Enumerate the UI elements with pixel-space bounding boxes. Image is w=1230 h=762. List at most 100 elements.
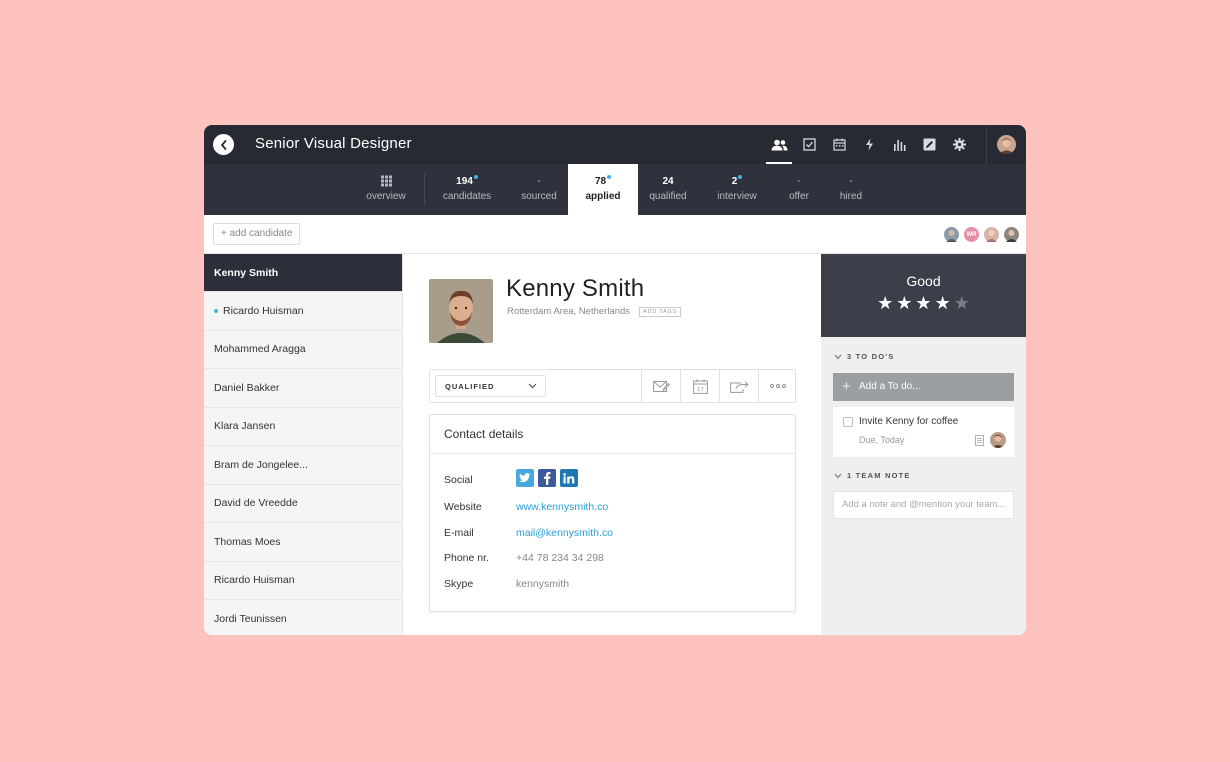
star-icon[interactable]: ★ bbox=[896, 294, 912, 312]
new-indicator bbox=[214, 308, 218, 313]
list-item[interactable]: Jordi Teunissen bbox=[204, 600, 402, 635]
stage-sourced[interactable]: - sourced bbox=[509, 164, 569, 215]
star-icon[interactable]: ★ bbox=[915, 294, 931, 312]
candidate-name: Jordi Teunissen bbox=[214, 612, 287, 625]
skype-label: Skype bbox=[444, 578, 474, 590]
svg-text:17: 17 bbox=[697, 387, 704, 393]
stage-count: 78 bbox=[594, 176, 607, 187]
todo-checkbox[interactable] bbox=[843, 417, 853, 427]
top-nav bbox=[764, 125, 974, 164]
team-avatar[interactable] bbox=[943, 226, 960, 243]
chevron-down-icon bbox=[834, 354, 842, 359]
more-options-button[interactable] bbox=[758, 370, 797, 402]
stage-qualified[interactable]: 24 qualified bbox=[638, 164, 698, 215]
edit-icon[interactable] bbox=[914, 125, 944, 164]
chevron-down-icon bbox=[528, 383, 537, 389]
move-button[interactable] bbox=[719, 370, 758, 402]
stage-hired[interactable]: - hired bbox=[830, 164, 872, 215]
candidate-name-heading: Kenny Smith bbox=[506, 275, 645, 302]
star-icon[interactable]: ★ bbox=[954, 294, 970, 312]
todo-text: Invite Kenny for coffee bbox=[859, 416, 959, 427]
mail-edit-icon bbox=[652, 380, 670, 392]
add-tags-button[interactable]: ADD TAGS bbox=[639, 307, 682, 317]
back-button[interactable] bbox=[213, 134, 234, 155]
list-item[interactable]: Ricardo Huisman bbox=[204, 292, 402, 331]
list-item[interactable]: Thomas Moes bbox=[204, 523, 402, 562]
list-item[interactable]: Mohammed Aragga bbox=[204, 331, 402, 369]
candidate-name: Thomas Moes bbox=[214, 535, 281, 548]
social-label: Social bbox=[444, 474, 473, 486]
add-candidate-button[interactable]: + add candidate bbox=[213, 223, 301, 245]
people-icon[interactable] bbox=[764, 125, 794, 164]
notes-heading: 1 TEAM NOTE bbox=[847, 471, 911, 480]
team-avatars: WR bbox=[943, 226, 1023, 243]
stage-offer[interactable]: - offer bbox=[778, 164, 820, 215]
rating-box: Good ★ ★ ★ ★ ★ bbox=[821, 254, 1026, 337]
lightning-icon[interactable] bbox=[854, 125, 884, 164]
chevron-left-icon bbox=[220, 139, 226, 150]
team-note-input[interactable]: Add a note and @mention your team... bbox=[833, 491, 1014, 519]
candidate-name: Ricardo Huisman bbox=[214, 574, 295, 587]
candidate-profile: Kenny Smith Rotterdam Area, Netherlands … bbox=[403, 254, 821, 635]
email-link[interactable]: mail@kennysmith.co bbox=[516, 527, 613, 539]
stage-candidates[interactable]: 194 candidates bbox=[436, 164, 498, 215]
plus-icon: + bbox=[842, 378, 851, 395]
calendar-icon[interactable] bbox=[824, 125, 854, 164]
twitter-icon[interactable] bbox=[516, 469, 534, 487]
checkbox-icon[interactable] bbox=[794, 125, 824, 164]
bar-chart-icon[interactable] bbox=[884, 125, 914, 164]
facebook-icon[interactable] bbox=[538, 469, 556, 487]
stage-label: qualified bbox=[649, 191, 687, 202]
top-bar: Senior Visual Designer bbox=[204, 125, 1026, 164]
notes-toggle[interactable]: 1 TEAM NOTE bbox=[834, 471, 911, 480]
star-rating: ★ ★ ★ ★ ★ bbox=[821, 294, 1026, 312]
status-value: QUALIFIED bbox=[445, 382, 495, 391]
divider bbox=[424, 173, 425, 205]
star-icon[interactable]: ★ bbox=[935, 294, 951, 312]
stage-count: - bbox=[849, 176, 853, 187]
list-item[interactable]: Kenny Smith bbox=[204, 254, 402, 292]
todo-due: Due, Today bbox=[859, 435, 905, 445]
note-icon[interactable] bbox=[975, 435, 984, 446]
website-link[interactable]: www.kennysmith.co bbox=[516, 501, 608, 513]
stage-overview[interactable]: overview bbox=[356, 164, 416, 215]
stage-applied[interactable]: 78 applied bbox=[568, 164, 638, 215]
list-item[interactable]: Bram de Jongelee... bbox=[204, 446, 402, 485]
assignee-avatar[interactable] bbox=[990, 432, 1006, 448]
website-label: Website bbox=[444, 501, 482, 513]
candidate-name: Ricardo Huisman bbox=[223, 304, 304, 317]
team-avatar[interactable] bbox=[983, 226, 1000, 243]
candidate-photo bbox=[429, 279, 493, 343]
stage-interview[interactable]: 2 interview bbox=[707, 164, 767, 215]
list-item[interactable]: David de Vreedde bbox=[204, 485, 402, 523]
stage-count: 2 bbox=[731, 176, 738, 187]
action-toolbar: QUALIFIED 17 bbox=[429, 369, 796, 403]
candidate-location: Rotterdam Area, Netherlands bbox=[507, 306, 631, 317]
star-icon[interactable]: ★ bbox=[877, 294, 893, 312]
todos-toggle[interactable]: 3 TO DO'S bbox=[834, 352, 894, 361]
list-item[interactable]: Daniel Bakker bbox=[204, 369, 402, 408]
pipeline-stages: overview 194 candidates - sourced 78 app… bbox=[204, 164, 1026, 215]
stage-label: overview bbox=[366, 191, 406, 202]
list-item[interactable]: Klara Jansen bbox=[204, 408, 402, 446]
contact-details-card: Contact details Social Website www.kenny… bbox=[429, 414, 796, 612]
app-window: Senior Visual Designer overview 194 cand… bbox=[204, 125, 1026, 635]
candidate-name: Kenny Smith bbox=[214, 266, 279, 279]
add-todo-button[interactable]: + Add a To do... bbox=[833, 373, 1014, 401]
send-email-button[interactable] bbox=[641, 370, 680, 402]
list-item[interactable]: Ricardo Huisman bbox=[204, 562, 402, 600]
new-indicator bbox=[473, 175, 478, 179]
stage-label: applied bbox=[585, 191, 621, 202]
status-dropdown[interactable]: QUALIFIED bbox=[435, 375, 546, 397]
right-panel: Good ★ ★ ★ ★ ★ 3 TO DO'S + Add a To do..… bbox=[821, 254, 1026, 635]
user-avatar[interactable] bbox=[997, 135, 1016, 154]
team-avatar[interactable]: WR bbox=[963, 226, 980, 243]
divider bbox=[986, 125, 987, 164]
candidate-name: David de Vreedde bbox=[214, 497, 298, 510]
team-avatar[interactable] bbox=[1003, 226, 1020, 243]
linkedin-icon[interactable] bbox=[560, 469, 578, 487]
gear-icon[interactable] bbox=[944, 125, 974, 164]
candidate-name: Daniel Bakker bbox=[214, 381, 280, 394]
schedule-button[interactable]: 17 bbox=[680, 370, 719, 402]
section-title: Contact details bbox=[430, 415, 795, 454]
